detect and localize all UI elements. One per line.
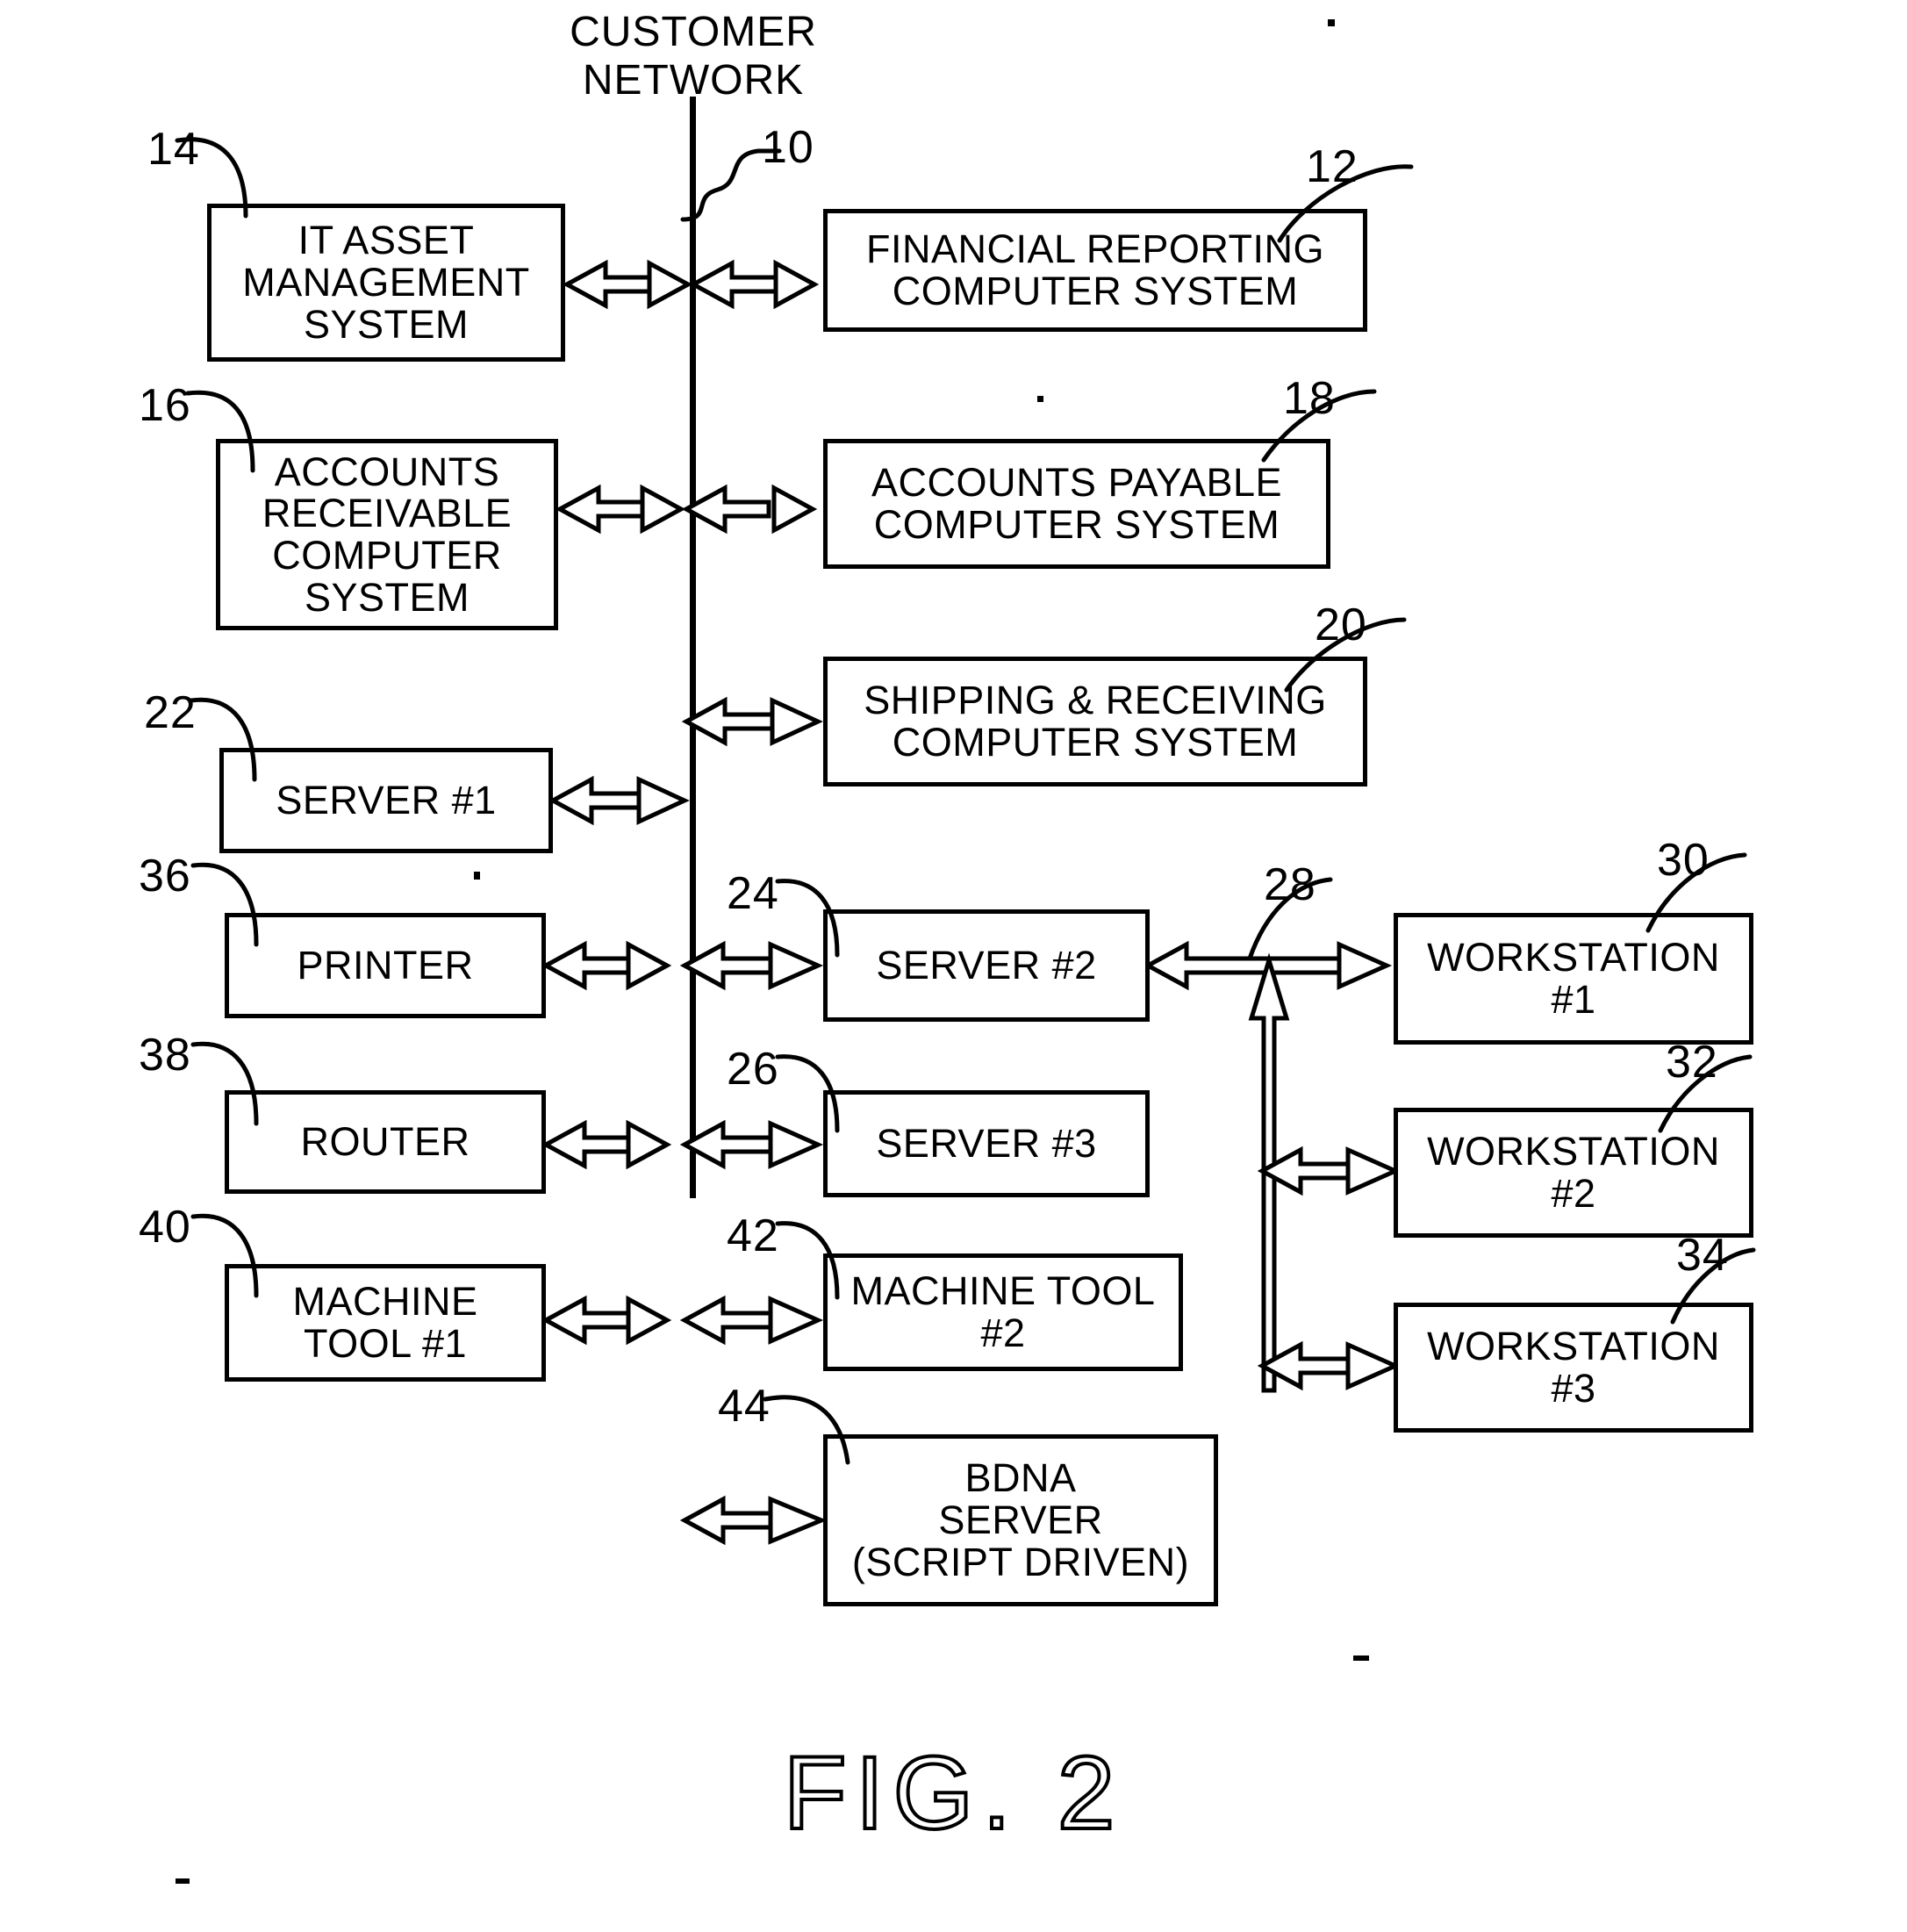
ref-numeral-28: 28 [1264, 859, 1316, 910]
ref-numeral-16: 16 [139, 380, 191, 431]
node-label: MACHINE TOOL #1 [292, 1279, 478, 1366]
ref-numeral-44: 44 [718, 1381, 771, 1432]
node-label: WORKSTATION #3 [1427, 1324, 1720, 1411]
node-label: WORKSTATION #2 [1427, 1129, 1720, 1216]
node-label: SERVER #3 [876, 1121, 1097, 1167]
ref-numeral-18: 18 [1283, 373, 1336, 424]
ref-numeral-42: 42 [727, 1210, 779, 1261]
ref-numeral-20: 20 [1315, 600, 1367, 650]
ref-numeral-26: 26 [727, 1044, 779, 1095]
patent-figure-sheet: CUSTOMER NETWORK 10 14 IT ASSET MANAGEME… [0, 0, 1907, 1932]
ref-numeral-34: 34 [1676, 1230, 1729, 1281]
node-label: SERVER #2 [876, 943, 1097, 988]
connector-accounts-receivable-to-payable [555, 484, 818, 535]
scan-speck [1328, 19, 1335, 26]
node-label: IT ASSET MANAGEMENT SYSTEM [242, 218, 530, 347]
node-label: PRINTER [297, 943, 474, 988]
ref-numeral-24: 24 [727, 868, 779, 919]
leader-line-44 [763, 1395, 850, 1465]
node-label: ACCOUNTS PAYABLE COMPUTER SYSTEM [871, 460, 1283, 547]
ref-numeral-36: 36 [139, 851, 191, 901]
connector-spine-to-shipping-receiving [681, 696, 823, 747]
ref-numeral-38: 38 [139, 1030, 191, 1081]
scan-speck [474, 872, 480, 880]
node-it-asset-management-system[interactable]: IT ASSET MANAGEMENT SYSTEM [207, 204, 565, 362]
scan-speck [176, 1878, 190, 1884]
connector-server-1-to-spine [548, 775, 690, 826]
node-label: FINANCIAL REPORTING COMPUTER SYSTEM [865, 226, 1325, 313]
leader-line-38 [190, 1041, 259, 1126]
scan-speck [1353, 1655, 1369, 1661]
node-label: WORKSTATION #1 [1427, 935, 1720, 1022]
ref-numeral-22: 22 [144, 687, 197, 738]
ref-numeral-32: 32 [1666, 1037, 1718, 1088]
node-label: ROUTER [300, 1119, 470, 1165]
scan-speck [1037, 396, 1043, 402]
connector-spine-to-bdna-server [679, 1495, 828, 1546]
leader-line-16 [185, 390, 255, 473]
leader-line-22 [189, 697, 257, 782]
node-label: SHIPPING & RECEIVING COMPUTER SYSTEM [864, 678, 1327, 765]
leader-line-26 [775, 1054, 840, 1133]
ref-numeral-30: 30 [1657, 835, 1710, 886]
leader-line-40 [190, 1213, 259, 1298]
ref-numeral-10: 10 [762, 122, 814, 173]
ref-numeral-40: 40 [139, 1202, 191, 1253]
ref-numeral-12: 12 [1306, 141, 1359, 192]
connector-it-asset-to-financial [562, 259, 820, 310]
ref-numeral-14: 14 [147, 124, 200, 175]
figure-caption: FIG. 2 [782, 1734, 1124, 1853]
leader-line-42 [775, 1221, 840, 1300]
customer-network-label: CUSTOMER NETWORK [570, 9, 817, 104]
leader-line-36 [190, 862, 259, 947]
leader-line-24 [775, 879, 840, 958]
